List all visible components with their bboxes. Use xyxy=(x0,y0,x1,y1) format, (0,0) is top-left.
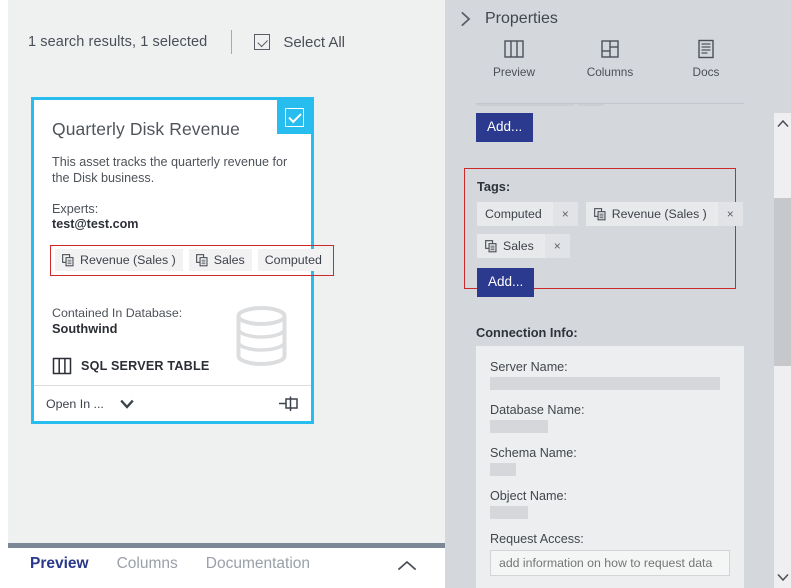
results-toolbar: 1 search results, 1 selected Select All xyxy=(28,30,345,54)
toolbar-item-label: Preview xyxy=(493,65,535,79)
asset-tag-label: Computed xyxy=(264,253,322,267)
asset-card-footer: Open In ... xyxy=(34,385,311,421)
bottom-tab-bar: Preview Columns Documentation xyxy=(0,543,445,588)
asset-type-label: SQL SERVER TABLE xyxy=(81,359,210,373)
preview-table-icon xyxy=(504,40,524,58)
contained-in-database-label: Contained In Database: xyxy=(52,306,183,320)
tag-chip-label: Computed xyxy=(477,202,550,226)
select-all-label: Select All xyxy=(283,33,346,51)
object-name-value-redacted xyxy=(490,506,528,519)
tags-row: Sales × xyxy=(477,234,723,258)
tab-documentation[interactable]: Documentation xyxy=(206,555,310,573)
toolbar-item-label: Docs xyxy=(692,65,720,79)
tag-remove-icon[interactable]: × xyxy=(717,202,743,226)
add-tag-button[interactable]: Add... xyxy=(477,268,535,297)
tag-chip[interactable]: Computed × xyxy=(477,202,578,226)
experts-value: test@test.com xyxy=(52,217,139,231)
tag-remove-icon[interactable]: × xyxy=(552,202,578,226)
asset-type-row: SQL SERVER TABLE xyxy=(52,356,209,376)
tags-section: Tags: Computed × Revenue (Sales ) × Sale… xyxy=(464,168,743,297)
asset-card[interactable]: Quarterly Disk Revenue This asset tracks… xyxy=(31,97,334,424)
connection-info-title: Connection Info: xyxy=(476,325,578,340)
tag-chip-label: Revenue (Sales ) xyxy=(611,207,707,221)
properties-divider-segment xyxy=(578,104,604,106)
server-name-label: Server Name: xyxy=(490,360,568,374)
experts-label: Experts: xyxy=(52,202,99,216)
toolbar-item-docs[interactable]: Docs xyxy=(675,38,737,79)
tag-chip[interactable]: Sales × xyxy=(477,234,570,258)
asset-title: Quarterly Disk Revenue xyxy=(52,119,240,139)
schema-name-value-redacted xyxy=(490,463,516,476)
scrollbar-down-button[interactable] xyxy=(774,569,791,586)
columns-layout-icon xyxy=(601,40,619,58)
tags-row: Computed × Revenue (Sales ) × xyxy=(477,202,743,226)
asset-tag-label: Revenue (Sales ) xyxy=(80,253,176,267)
chevron-down-icon[interactable] xyxy=(120,397,134,411)
tag-chip-content: Revenue (Sales ) xyxy=(585,202,715,226)
database-cylinder-icon xyxy=(236,306,287,366)
properties-title: Properties xyxy=(485,10,558,27)
select-all-checkbox[interactable] xyxy=(254,34,271,50)
toolbar-item-label: Columns xyxy=(586,65,634,79)
tag-chip-label: Sales xyxy=(503,239,534,253)
chevron-up-icon[interactable] xyxy=(397,559,417,572)
scrollbar-thumb[interactable] xyxy=(774,198,791,366)
properties-toolbar: Preview Columns Docs xyxy=(483,38,737,79)
toolbar-divider xyxy=(231,30,233,54)
server-name-value-redacted xyxy=(490,377,720,390)
tag-copy-icon xyxy=(485,239,497,252)
chevron-up-icon xyxy=(776,119,789,128)
properties-header: Properties xyxy=(459,10,558,28)
asset-tag[interactable]: Revenue (Sales ) xyxy=(55,249,183,271)
asset-tag[interactable]: Sales xyxy=(188,249,252,271)
add-property-button[interactable]: Add... xyxy=(476,113,534,142)
document-icon xyxy=(698,39,714,59)
asset-tags-group: Revenue (Sales ) Sales Computed xyxy=(50,245,334,276)
select-all-control[interactable]: Select All xyxy=(254,34,345,51)
connection-info-box: Server Name: Database Name: Schema Name:… xyxy=(476,346,744,588)
contained-in-database-block: Contained In Database: Southwind SQL SER… xyxy=(52,306,209,376)
tag-chip[interactable]: Revenue (Sales ) × xyxy=(585,202,743,226)
toolbar-item-preview[interactable]: Preview xyxy=(483,38,545,79)
request-access-label: Request Access: xyxy=(490,532,584,546)
tag-copy-icon xyxy=(593,207,606,220)
open-in-label[interactable]: Open In ... xyxy=(46,397,104,411)
pin-icon[interactable] xyxy=(277,395,299,413)
asset-tag-label: Sales xyxy=(213,253,245,267)
tags-label: Tags: xyxy=(477,179,511,194)
bottom-tabs: Preview Columns Documentation xyxy=(30,555,310,573)
tag-remove-icon[interactable]: × xyxy=(544,234,570,258)
tag-copy-icon xyxy=(195,253,208,266)
left-edge-strip xyxy=(0,0,8,588)
request-access-input[interactable] xyxy=(490,550,730,576)
object-name-label: Object Name: xyxy=(490,489,567,503)
chevron-right-icon[interactable] xyxy=(459,10,473,28)
bottom-bar-accent xyxy=(8,543,445,548)
tag-copy-icon xyxy=(62,253,74,266)
asset-description: This asset tracks the quarterly revenue … xyxy=(52,155,288,185)
scrollbar-up-button[interactable] xyxy=(774,115,791,132)
schema-name-label: Schema Name: xyxy=(490,446,577,460)
tag-chip-content: Sales xyxy=(477,234,542,258)
properties-scrollbar[interactable] xyxy=(774,113,791,588)
database-name-label: Database Name: xyxy=(490,403,585,417)
toolbar-item-columns[interactable]: Columns xyxy=(579,38,641,79)
table-icon xyxy=(52,357,72,375)
tab-preview[interactable]: Preview xyxy=(30,555,89,573)
contained-in-database-value: Southwind xyxy=(52,321,118,336)
search-results-panel: 1 search results, 1 selected Select All … xyxy=(0,0,445,588)
tab-columns[interactable]: Columns xyxy=(117,555,178,573)
search-results-count: 1 search results, 1 selected xyxy=(28,34,208,50)
database-name-value-redacted xyxy=(490,420,548,433)
asset-tag[interactable]: Computed xyxy=(257,249,329,271)
properties-divider-segment xyxy=(476,104,574,106)
chevron-down-icon xyxy=(776,573,789,582)
app-root: 1 search results, 1 selected Select All … xyxy=(0,0,791,588)
